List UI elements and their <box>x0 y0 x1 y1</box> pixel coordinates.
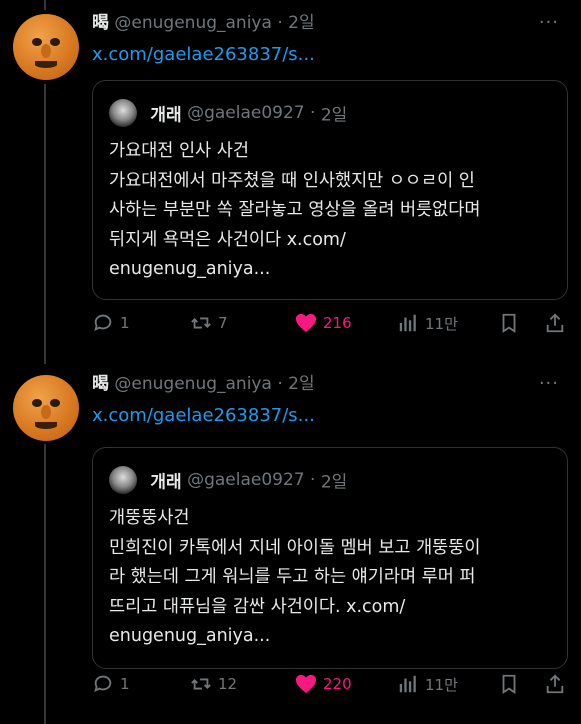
tweet-2[interactable]: 暍 @enugenug_aniya · 2일 ··· x.com/gaelae2… <box>0 361 581 724</box>
more-options-icon[interactable]: ··· <box>539 12 559 33</box>
quote-author-handle: @gaelae0927 <box>187 470 305 490</box>
repost-count: 7 <box>218 314 228 332</box>
quote-timestamp: 2일 <box>320 105 348 126</box>
share-button[interactable] <box>544 673 572 695</box>
share-button[interactable] <box>544 312 572 334</box>
repost-count: 12 <box>218 675 238 693</box>
tweet-header: 暍 @enugenug_aniya · 2일 <box>92 12 315 34</box>
views-button[interactable]: 11만 <box>397 673 458 695</box>
reply-button[interactable]: 1 <box>92 312 130 334</box>
quoted-tweet[interactable]: 개래 @gaelae0927 · 2일 개뚱뚱사건 민희진이 카톡에서 지네 아… <box>92 447 568 669</box>
like-count: 216 <box>323 314 352 332</box>
avatar-eye-left <box>32 38 42 46</box>
views-button[interactable]: 11만 <box>397 312 458 334</box>
repost-icon <box>190 312 212 334</box>
tweet-link[interactable]: x.com/gaelae263837/s... <box>92 405 315 427</box>
tweet-1[interactable]: 暍 @enugenug_aniya · 2일 ··· x.com/gaelae2… <box>0 0 581 360</box>
bookmark-icon <box>498 312 520 334</box>
avatar-nose <box>41 44 51 58</box>
action-bar: 1 12 220 11만 <box>92 673 572 697</box>
avatar-nose <box>41 405 51 419</box>
quote-text: 개뚱뚱사건 민희진이 카톡에서 지네 아이돌 멤버 보고 개뚱뚱이 라 했는데 … <box>109 508 481 646</box>
author-name[interactable]: 暍 <box>92 13 109 33</box>
quote-author-handle: @gaelae0927 <box>187 103 305 123</box>
quote-avatar <box>109 466 137 494</box>
author-handle[interactable]: @enugenug_aniya <box>114 374 272 394</box>
avatar[interactable] <box>13 14 79 80</box>
avatar-eye-left <box>32 399 42 407</box>
quote-avatar <box>109 99 137 127</box>
separator-dot: · <box>277 374 283 394</box>
views-icon <box>397 312 419 334</box>
views-count: 11만 <box>425 314 458 333</box>
bookmark-button[interactable] <box>498 673 526 695</box>
quote-timestamp: 2일 <box>320 472 348 493</box>
reply-icon <box>92 312 114 334</box>
share-icon <box>544 312 566 334</box>
tweet-header: 暍 @enugenug_aniya · 2일 <box>92 373 315 395</box>
bookmark-button[interactable] <box>498 312 526 334</box>
quote-header: 개래 @gaelae0927 · 2일 <box>109 466 347 494</box>
quote-author-name: 개래 <box>150 105 182 126</box>
more-options-icon[interactable]: ··· <box>539 373 559 394</box>
heart-icon <box>295 312 317 334</box>
views-icon <box>397 673 419 695</box>
quote-separator-dot: · <box>310 103 316 123</box>
heart-icon <box>295 673 317 695</box>
avatar-eye-right <box>50 38 60 46</box>
timestamp[interactable]: 2일 <box>288 13 314 33</box>
action-bar: 1 7 216 11만 <box>92 312 572 336</box>
repost-button[interactable]: 7 <box>190 312 228 334</box>
avatar-eye-right <box>50 399 60 407</box>
author-name[interactable]: 暍 <box>92 374 109 394</box>
tweet-link[interactable]: x.com/gaelae263837/s... <box>92 44 315 66</box>
quoted-tweet[interactable]: 개래 @gaelae0927 · 2일 가요대전 인사 사건 가요대전에서 마주… <box>92 80 568 300</box>
reply-count: 1 <box>120 314 130 332</box>
like-button[interactable]: 216 <box>295 312 352 334</box>
like-button[interactable]: 220 <box>295 673 352 695</box>
reply-icon <box>92 673 114 695</box>
avatar-mouth <box>35 422 57 429</box>
repost-icon <box>190 673 212 695</box>
avatar-mouth <box>35 61 57 68</box>
quote-header: 개래 @gaelae0927 · 2일 <box>109 99 347 127</box>
reply-count: 1 <box>120 675 130 693</box>
views-count: 11만 <box>425 675 458 694</box>
repost-button[interactable]: 12 <box>190 673 237 695</box>
reply-button[interactable]: 1 <box>92 673 130 695</box>
author-handle[interactable]: @enugenug_aniya <box>114 13 272 33</box>
quote-separator-dot: · <box>310 470 316 490</box>
avatar[interactable] <box>13 375 79 441</box>
separator-dot: · <box>277 13 283 33</box>
share-icon <box>544 673 566 695</box>
quote-text: 가요대전 인사 사건 가요대전에서 마주쳤을 때 인사했지만 ㅇㅇㄹ이 인 사하… <box>109 141 481 279</box>
like-count: 220 <box>323 675 352 693</box>
quote-author-name: 개래 <box>150 472 182 493</box>
bookmark-icon <box>498 673 520 695</box>
timestamp[interactable]: 2일 <box>288 374 314 394</box>
